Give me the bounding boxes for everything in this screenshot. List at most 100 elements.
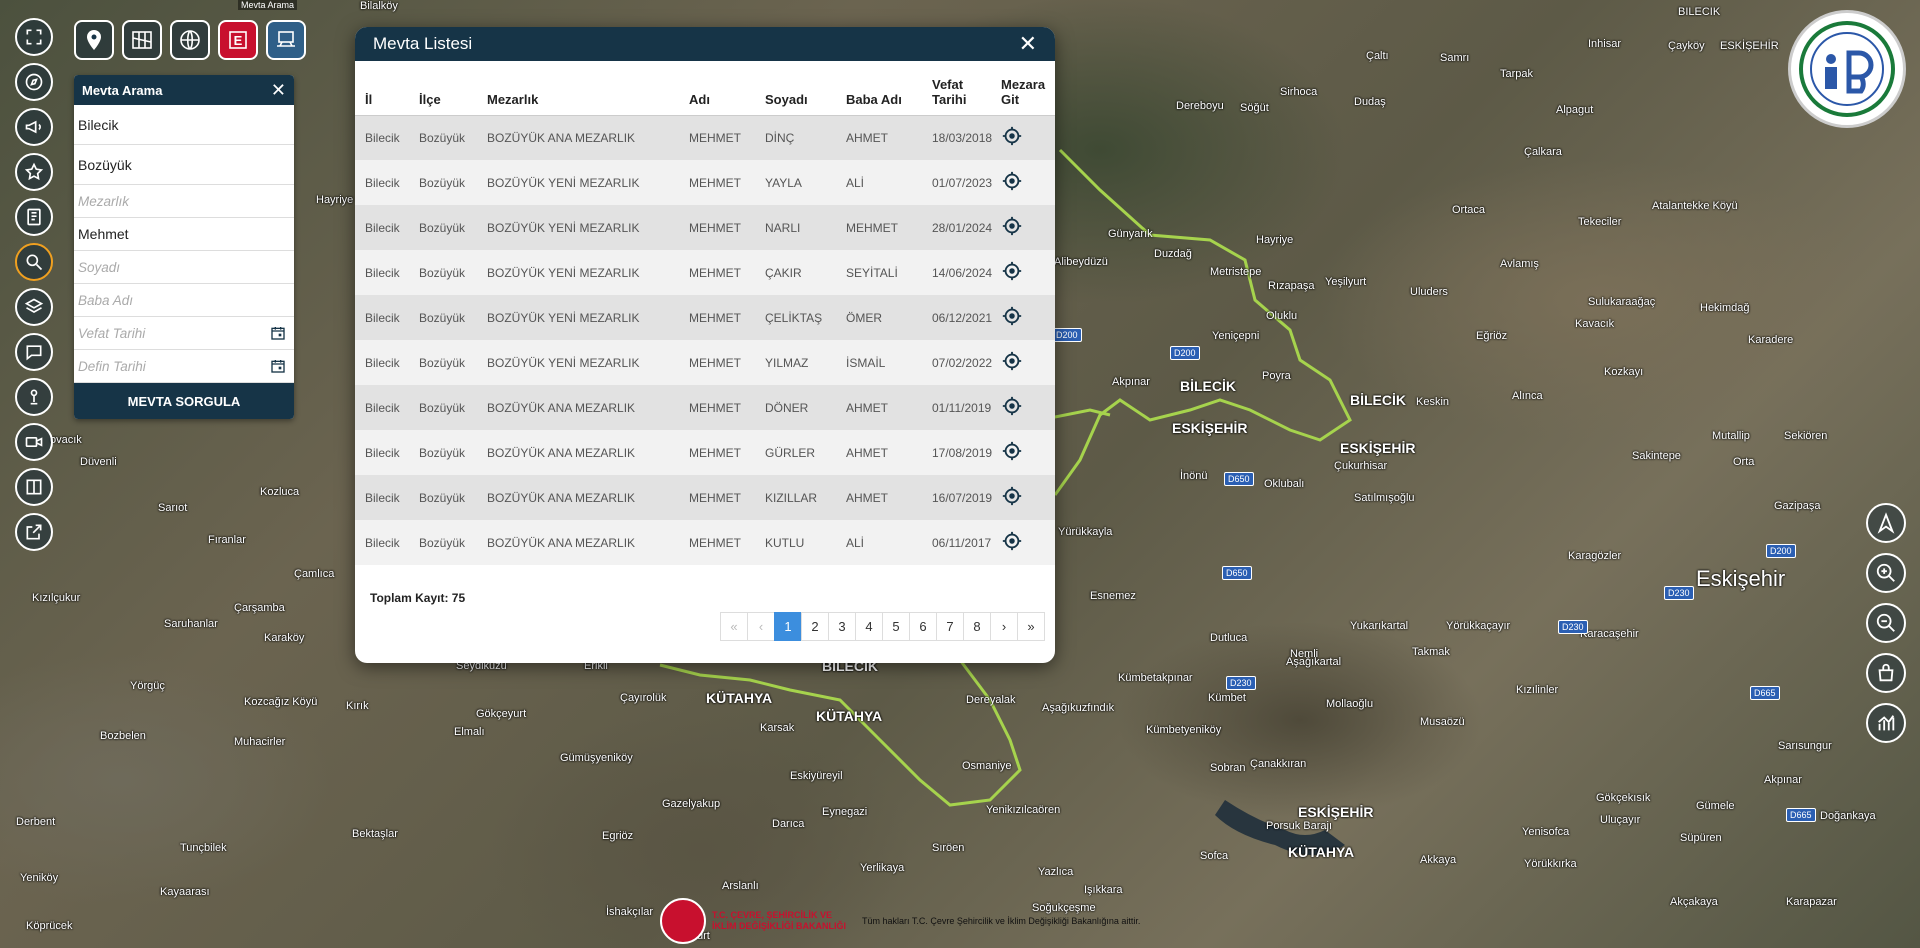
column-header-soyadi[interactable]: Soyadı: [755, 61, 836, 116]
map-label: Kümbetyeniköy: [1146, 724, 1222, 736]
share-button[interactable]: [15, 513, 53, 551]
page-button[interactable]: ›: [990, 612, 1018, 641]
zoom-out-icon: [1876, 613, 1895, 632]
cell-il: Bilecik: [355, 250, 409, 295]
column-header-vefat-tarihi[interactable]: Vefat Tarihi: [922, 61, 991, 116]
page-button[interactable]: 4: [855, 612, 883, 641]
cell-soyadi: ÇELİKTAŞ: [755, 295, 836, 340]
globe-button[interactable]: [170, 20, 210, 60]
cell-mezara-git: [991, 295, 1055, 340]
father-name-field[interactable]: Baba Adı: [74, 284, 294, 317]
guide-button[interactable]: [15, 198, 53, 236]
announcement-button[interactable]: [15, 108, 53, 146]
computer-button[interactable]: [266, 20, 306, 60]
column-header-il[interactable]: İl: [355, 61, 409, 116]
cell-il: Bilecik: [355, 340, 409, 385]
cemetery-field[interactable]: Mezarlık: [74, 185, 294, 218]
go-to-grave-icon[interactable]: [1001, 125, 1023, 147]
go-to-grave-icon[interactable]: [1001, 530, 1023, 552]
map-label: Süpüren: [1680, 832, 1722, 844]
person-pin-icon: [30, 389, 38, 405]
map-label: Hekimdağ: [1700, 302, 1750, 314]
zoom-out-button[interactable]: [1866, 603, 1906, 643]
chart-icon: [1878, 715, 1895, 731]
total-records: Toplam Kayıt: 75: [370, 591, 466, 605]
calendar-icon[interactable]: [270, 358, 286, 374]
go-to-grave-icon[interactable]: [1001, 170, 1023, 192]
zoom-in-button[interactable]: [1866, 553, 1906, 593]
go-to-grave-icon[interactable]: [1001, 485, 1023, 507]
go-to-grave-icon[interactable]: [1001, 260, 1023, 282]
page-button[interactable]: 6: [909, 612, 937, 641]
page-button[interactable]: ‹: [747, 612, 775, 641]
go-to-grave-icon[interactable]: [1001, 215, 1023, 237]
district-field[interactable]: Bozüyük: [74, 145, 294, 185]
cell-baba-adi: SEYİTALİ: [836, 250, 922, 295]
page-button[interactable]: 8: [963, 612, 991, 641]
map-label: Osmaniye: [962, 760, 1012, 772]
cell-vefat-tarihi: 16/07/2019: [922, 475, 992, 520]
death-date-field[interactable]: Vefat Tarihi: [74, 317, 294, 350]
favorites-button[interactable]: [15, 153, 53, 191]
e-devlet-button[interactable]: E: [218, 20, 258, 60]
burial-date-field[interactable]: Defin Tarihi: [74, 350, 294, 383]
map-label: Tarpak: [1500, 68, 1534, 80]
page-button[interactable]: 1: [774, 612, 802, 641]
basket-button[interactable]: [1866, 653, 1906, 693]
search-submit-button[interactable]: MEVTA SORGULA: [74, 383, 294, 419]
map-label: Karapazar: [1786, 896, 1837, 908]
page-button[interactable]: 3: [828, 612, 856, 641]
map-label: Nemli: [1290, 648, 1319, 660]
compass-button[interactable]: [15, 63, 53, 101]
chat-button[interactable]: [15, 333, 53, 371]
map-label: Hayriye: [1256, 234, 1294, 246]
go-to-grave-icon[interactable]: [1001, 395, 1023, 417]
column-header-baba-adi[interactable]: Baba Adı: [836, 61, 922, 116]
reset-north-button[interactable]: [1866, 503, 1906, 543]
layers-button[interactable]: [15, 288, 53, 326]
page-button[interactable]: 7: [936, 612, 964, 641]
column-header-adi[interactable]: Adı: [679, 61, 755, 116]
calendar-icon[interactable]: [270, 325, 286, 341]
go-to-grave-icon[interactable]: [1001, 305, 1023, 327]
page-button[interactable]: »: [1017, 612, 1045, 641]
map-label: Eynegazi: [822, 806, 868, 818]
column-header-ilce[interactable]: İlçe: [409, 61, 477, 116]
camera-button[interactable]: [15, 423, 53, 461]
map-label: BILECIK: [1678, 6, 1721, 18]
go-to-grave-icon[interactable]: [1001, 350, 1023, 372]
location-button[interactable]: [74, 20, 114, 60]
street-view-button[interactable]: [15, 378, 53, 416]
map-label: Darıca: [772, 818, 805, 830]
first-name-field[interactable]: Mehmet: [74, 218, 294, 251]
computer-icon: [277, 31, 295, 47]
column-header-mezarlik[interactable]: Mezarlık: [477, 61, 679, 116]
location-pin-icon: [87, 30, 101, 50]
cell-mezara-git: [991, 520, 1055, 565]
compare-maps-button[interactable]: [15, 468, 53, 506]
fullscreen-button[interactable]: [15, 18, 53, 56]
page-button[interactable]: «: [720, 612, 748, 641]
cell-vefat-tarihi: 06/12/2021: [922, 295, 992, 340]
page-button[interactable]: 2: [801, 612, 829, 641]
close-icon[interactable]: ✕: [271, 80, 286, 101]
map-label: Kırık: [346, 700, 369, 712]
page-button[interactable]: 5: [882, 612, 910, 641]
map-label: Aşağıkuzfındık: [1042, 702, 1115, 714]
cell-ilce: Bozüyük: [409, 295, 477, 340]
table-row: Bilecik Bozüyük BOZÜYÜK ANA MEZARLIK MEHMET…: [355, 430, 1055, 475]
map-label: Mollaoğlu: [1326, 698, 1374, 710]
map-button[interactable]: [122, 20, 162, 60]
road-badge: D200: [1052, 328, 1082, 342]
province-field[interactable]: Bilecik: [74, 105, 294, 145]
cell-baba-adi: AHMET: [836, 115, 922, 160]
compass-icon: [25, 73, 43, 91]
map-label: Söğüt: [1240, 102, 1269, 114]
map-label: Keskin: [1416, 396, 1450, 408]
statistics-button[interactable]: [1866, 703, 1906, 743]
search-button[interactable]: [15, 243, 53, 281]
municipality-logo[interactable]: [1788, 10, 1906, 128]
close-icon[interactable]: ✕: [1019, 31, 1037, 57]
surname-field[interactable]: Soyadı: [74, 251, 294, 284]
go-to-grave-icon[interactable]: [1001, 440, 1023, 462]
